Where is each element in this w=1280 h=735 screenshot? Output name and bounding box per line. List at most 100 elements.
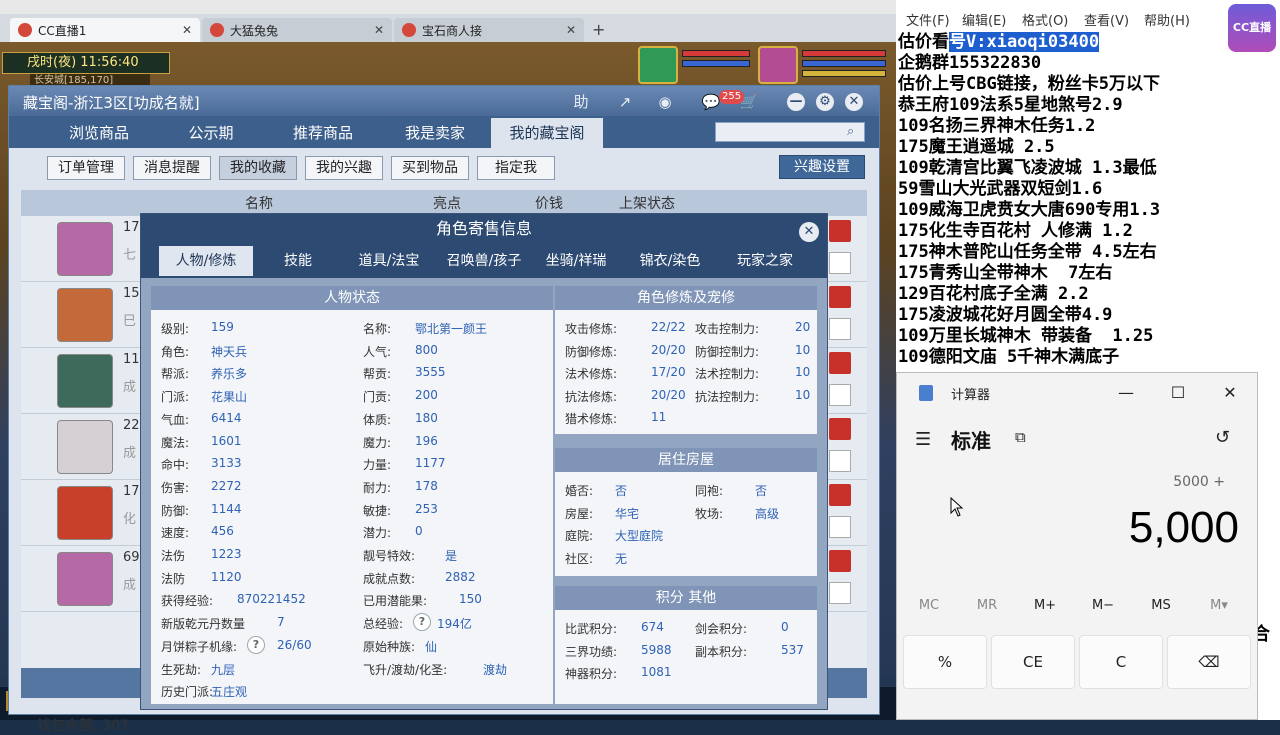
field-label: 总经验: — [363, 617, 404, 632]
item-action-button[interactable] — [829, 286, 851, 308]
message-icon[interactable]: 💬 — [701, 92, 721, 112]
tab-close-icon[interactable]: ✕ — [374, 23, 384, 37]
house-panel-title: 居住房屋 — [555, 448, 817, 472]
clear-entry-key[interactable]: CE — [991, 635, 1075, 689]
field-value: 0 — [415, 524, 423, 539]
field-label: 飞升/渡劫/化圣: — [363, 662, 448, 677]
menu-edit[interactable]: 编辑(E) — [962, 10, 1006, 29]
tab-close-icon[interactable]: ✕ — [566, 23, 576, 37]
interest-settings-button[interactable]: 兴趣设置 — [779, 155, 865, 179]
maximize-icon[interactable]: ☐ — [1163, 381, 1193, 405]
nav-tab-recommend[interactable]: 推荐商品 — [267, 118, 379, 148]
menu-help[interactable]: 帮助(H) — [1144, 10, 1190, 29]
subtab-favorites[interactable]: 我的收藏 — [219, 156, 297, 180]
item-action-button[interactable] — [829, 418, 851, 440]
help-question-icon[interactable]: ? — [413, 613, 431, 632]
item-checkbox[interactable] — [829, 384, 851, 406]
header-status: 上架状态 — [619, 196, 675, 212]
nav-tab-seller[interactable]: 我是卖家 — [379, 118, 491, 148]
status-right-row: 名称: 鄂北第一颜王 — [363, 320, 487, 337]
item-checkbox[interactable] — [829, 450, 851, 472]
mouse-cursor-icon — [950, 497, 964, 517]
player-portrait[interactable] — [758, 46, 798, 84]
subtab-orders[interactable]: 订单管理 — [47, 156, 125, 180]
backspace-key[interactable]: ⌫ — [1167, 635, 1251, 689]
minimize-icon[interactable]: — — [1111, 381, 1141, 405]
menu-format[interactable]: 格式(O) — [1022, 10, 1068, 29]
share-icon[interactable]: ↗ — [615, 92, 635, 112]
calculator-title: 计算器 — [951, 388, 991, 403]
nav-tab-public[interactable]: 公示期 — [155, 118, 267, 148]
menu-view[interactable]: 查看(V) — [1084, 10, 1129, 29]
cultivation-left-row: 攻击修炼: 22/22 — [565, 320, 686, 337]
subtab-bought[interactable]: 买到物品 — [391, 156, 469, 180]
player-mp-bar — [802, 60, 886, 67]
browser-tab-cc-live[interactable]: CC直播1 ✕ — [10, 18, 200, 42]
calculator-expression: 5000 + — [1173, 474, 1225, 490]
memory-clear-button[interactable]: MC — [901, 598, 957, 613]
memory-subtract-button[interactable]: M− — [1075, 598, 1131, 613]
notepad-line: 175凌波城花好月圆全带4.9 — [898, 305, 1113, 325]
browser-tab-2[interactable]: 大猛兔兔 ✕ — [202, 18, 392, 42]
browser-top-strip — [0, 0, 896, 14]
field-label: 成就点数: — [363, 571, 416, 586]
menu-file[interactable]: 文件(F) — [906, 10, 950, 29]
item-action-button[interactable] — [829, 484, 851, 506]
subtab-interests[interactable]: 我的兴趣 — [305, 156, 383, 180]
hamburger-menu-icon[interactable]: ☰ — [915, 429, 935, 450]
percent-key[interactable]: % — [903, 635, 987, 689]
item-checkbox[interactable] — [829, 582, 851, 604]
notepad-line: 恭王府109法系5星地煞号2.9 — [898, 95, 1123, 115]
memory-add-button[interactable]: M+ — [1017, 598, 1073, 613]
minimize-icon[interactable]: — — [787, 93, 805, 111]
field-label: 防御控制力: — [695, 344, 760, 359]
item-checkbox[interactable] — [829, 252, 851, 274]
settings-icon[interactable]: ⚙ — [816, 93, 834, 111]
tab-pets[interactable]: 召唤兽/孩子 — [439, 246, 529, 276]
tab-skills[interactable]: 技能 — [257, 246, 339, 276]
notepad-text-area[interactable]: 估价看号V:xiaoqi03400 企鹅群155322830 估价上号CBG链接，粉… — [898, 32, 1280, 368]
field-value: 10 — [795, 387, 811, 402]
tab-home[interactable]: 玩家之家 — [721, 246, 809, 276]
cbg-search-input[interactable] — [715, 122, 865, 142]
clear-key[interactable]: C — [1079, 635, 1163, 689]
keep-on-top-icon[interactable]: ⧉ — [1015, 428, 1026, 446]
subtab-messages[interactable]: 消息提醒 — [133, 156, 211, 180]
tab-mounts[interactable]: 坐骑/祥瑞 — [533, 246, 619, 276]
search-icon[interactable]: ⌕ — [847, 124, 863, 140]
memory-store-button[interactable]: MS — [1133, 598, 1189, 613]
close-icon[interactable]: ✕ — [1215, 381, 1245, 405]
points-panel-title: 积分 其他 — [555, 586, 817, 610]
nav-tab-my-cbg[interactable]: 我的藏宝阁 — [491, 118, 603, 148]
tab-outfits[interactable]: 锦衣/染色 — [623, 246, 717, 276]
item-desc: 成 — [123, 446, 137, 461]
browser-tab-3[interactable]: 宝石商人接 ✕ — [394, 18, 584, 42]
field-label: 角色: — [161, 344, 190, 359]
nav-tab-browse[interactable]: 浏览商品 — [43, 118, 155, 148]
points-panel: 积分 其他 比武积分: 674 三界功绩: 5988 神器积分: 1081 剑会积分: 0 副… — [555, 586, 817, 704]
help-icon[interactable]: 助 — [571, 92, 591, 112]
player-anger-bar — [802, 70, 886, 77]
memory-list-button[interactable]: M▾ — [1191, 598, 1247, 613]
new-tab-button[interactable]: + — [586, 20, 611, 42]
close-icon[interactable]: ✕ — [845, 93, 863, 111]
house-panel: 居住房屋 婚否: 否房屋: 华宅 庭院: 大型庭院 社区: 无 同袍: 否牧场: 高级 — [555, 448, 817, 576]
tab-close-icon[interactable]: ✕ — [182, 23, 192, 37]
history-icon[interactable]: ↺ — [1215, 427, 1230, 448]
item-checkbox[interactable] — [829, 318, 851, 340]
tab-items[interactable]: 道具/法宝 — [343, 246, 435, 276]
field-value: 1081 — [641, 665, 672, 679]
record-icon[interactable]: ◉ — [655, 92, 675, 112]
item-action-button[interactable] — [829, 220, 851, 242]
item-checkbox[interactable] — [829, 516, 851, 538]
item-action-button[interactable] — [829, 550, 851, 572]
dialog-close-icon[interactable]: ✕ — [799, 222, 819, 242]
item-action-button[interactable] — [829, 352, 851, 374]
field-label: 防御修炼: — [565, 344, 618, 359]
memory-recall-button[interactable]: MR — [959, 598, 1015, 613]
subtab-assigned[interactable]: 指定我 — [477, 156, 555, 180]
help-question-icon[interactable]: ? — [247, 635, 265, 654]
tab-favicon-icon — [402, 23, 416, 37]
pet-portrait[interactable] — [638, 46, 678, 84]
tab-character[interactable]: 人物/修炼 — [159, 246, 253, 276]
